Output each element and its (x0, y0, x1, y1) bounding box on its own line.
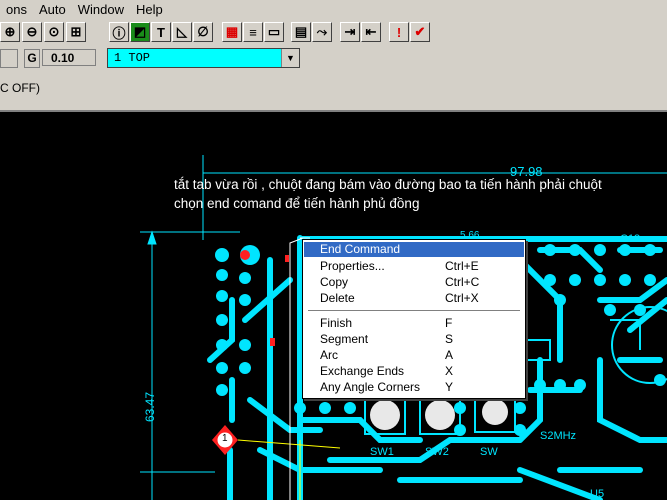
menu-window[interactable]: Window (72, 0, 130, 20)
dimension-icon[interactable]: ◺ (172, 22, 192, 42)
context-menu: End Command Properties... Ctrl+E Copy Ct… (302, 239, 526, 399)
layer-select-value: 1 TOP (114, 51, 151, 65)
pour-icon[interactable]: ▭ (264, 22, 284, 42)
info-icon[interactable]: ⓘ (109, 22, 129, 42)
part-label-sw: SW (480, 446, 498, 458)
part-label-c18: C18 (620, 233, 641, 245)
via-icon[interactable]: ⇤ (361, 22, 381, 42)
menu-item-any-angle-corners[interactable]: Any Angle Corners Y (304, 380, 524, 395)
menu-separator (308, 310, 520, 312)
layer-select[interactable]: 1 TOP ▼ (107, 48, 300, 68)
zoom-out-icon[interactable]: ⊖ (22, 22, 42, 42)
pad-icon[interactable]: ◩ (130, 22, 150, 42)
dimension-vertical-label: 63.47 (143, 391, 157, 422)
status-strip: C OFF) (0, 70, 667, 112)
menu-item-label: Arc (320, 348, 338, 362)
menu-auto[interactable]: Auto (33, 0, 72, 20)
status-text: C OFF) (0, 81, 40, 95)
menu-item-end-command[interactable]: End Command (304, 242, 524, 257)
flood-icon[interactable]: ▤ (291, 22, 311, 42)
menu-item-label: Properties... (320, 259, 385, 273)
menu-bar: ons Auto Window Help (0, 0, 667, 20)
menu-item-shortcut: Ctrl+C (445, 275, 480, 289)
menu-item-shortcut: Y (445, 380, 454, 394)
menu-item-shortcut: S (445, 332, 454, 346)
menu-item-shortcut: F (445, 316, 453, 330)
grid-label: G (24, 49, 40, 68)
menu-item-arc[interactable]: Arc A (304, 348, 524, 363)
menu-item-copy[interactable]: Copy Ctrl+C (304, 275, 524, 290)
menu-item-finish[interactable]: Finish F (304, 316, 524, 331)
menu-item-label: Finish (320, 316, 353, 330)
chevron-down-icon[interactable]: ▼ (281, 49, 299, 67)
menu-item-exchange-ends[interactable]: Exchange Ends X (304, 364, 524, 379)
menu-help[interactable]: Help (130, 0, 169, 20)
split-icon[interactable]: ⇥ (340, 22, 360, 42)
menu-item-properties[interactable]: Properties... Ctrl+E (304, 259, 524, 274)
param-box-left (0, 49, 18, 68)
menu-item-delete[interactable]: Delete Ctrl+X (304, 291, 524, 306)
zoom-fit-icon[interactable]: ⊙ (44, 22, 64, 42)
drc-check-icon[interactable]: ✔ (410, 22, 430, 42)
grid-value-field[interactable]: 0.10 (42, 49, 96, 66)
menu-item-shortcut: X (445, 364, 454, 378)
color-icon[interactable]: ▦ (222, 22, 242, 42)
route-icon[interactable]: ⤳ (312, 22, 332, 42)
menu-options[interactable]: ons (0, 0, 33, 20)
part-label-sw1: SW1 (370, 446, 394, 458)
part-label-crystal: S2MHz (540, 430, 577, 442)
parameter-bar: G 0.10 1 TOP ▼ (0, 46, 667, 70)
instruction-overlay: tắt tab vừa rồi , chuột đang bám vào đườ… (174, 175, 654, 213)
verify-icon[interactable]: ! (389, 22, 409, 42)
menu-item-segment[interactable]: Segment S (304, 332, 524, 347)
switch-bodies (364, 395, 516, 435)
menu-item-label: Any Angle Corners (320, 380, 421, 394)
menu-item-label: Delete (320, 291, 355, 305)
menu-item-label: Segment (320, 332, 369, 346)
menu-item-label: Copy (320, 275, 349, 289)
menu-item-shortcut: Ctrl+E (445, 259, 479, 273)
zoom-in-icon[interactable]: ⊕ (0, 22, 20, 42)
text-icon[interactable]: T (151, 22, 171, 42)
menu-item-shortcut: Ctrl+X (445, 291, 479, 305)
part-label-sw2: SW2 (425, 446, 449, 458)
instruction-line-2: chọn end comand để tiến hành phủ đồng (174, 196, 420, 211)
toolbar: ⊕ ⊖ ⊙ ⊞ ⓘ ◩ T ◺ ∅ ▦ ≡ ▭ ▤ ⤳ ⇥ ⇤ ! ✔ (0, 20, 667, 47)
via-number: 1 (222, 433, 228, 444)
grid-icon[interactable]: ⊞ (66, 22, 86, 42)
menu-item-label: Exchange Ends (320, 364, 405, 378)
part-label-u5: U5 (590, 488, 605, 500)
drc-icon[interactable]: ≡ (243, 22, 263, 42)
instruction-line-1: tắt tab vừa rồi , chuột đang bám vào đườ… (174, 177, 602, 192)
menu-item-label: End Command (320, 242, 401, 256)
circle-icon[interactable]: ∅ (193, 22, 213, 42)
menu-item-shortcut: A (445, 348, 454, 362)
